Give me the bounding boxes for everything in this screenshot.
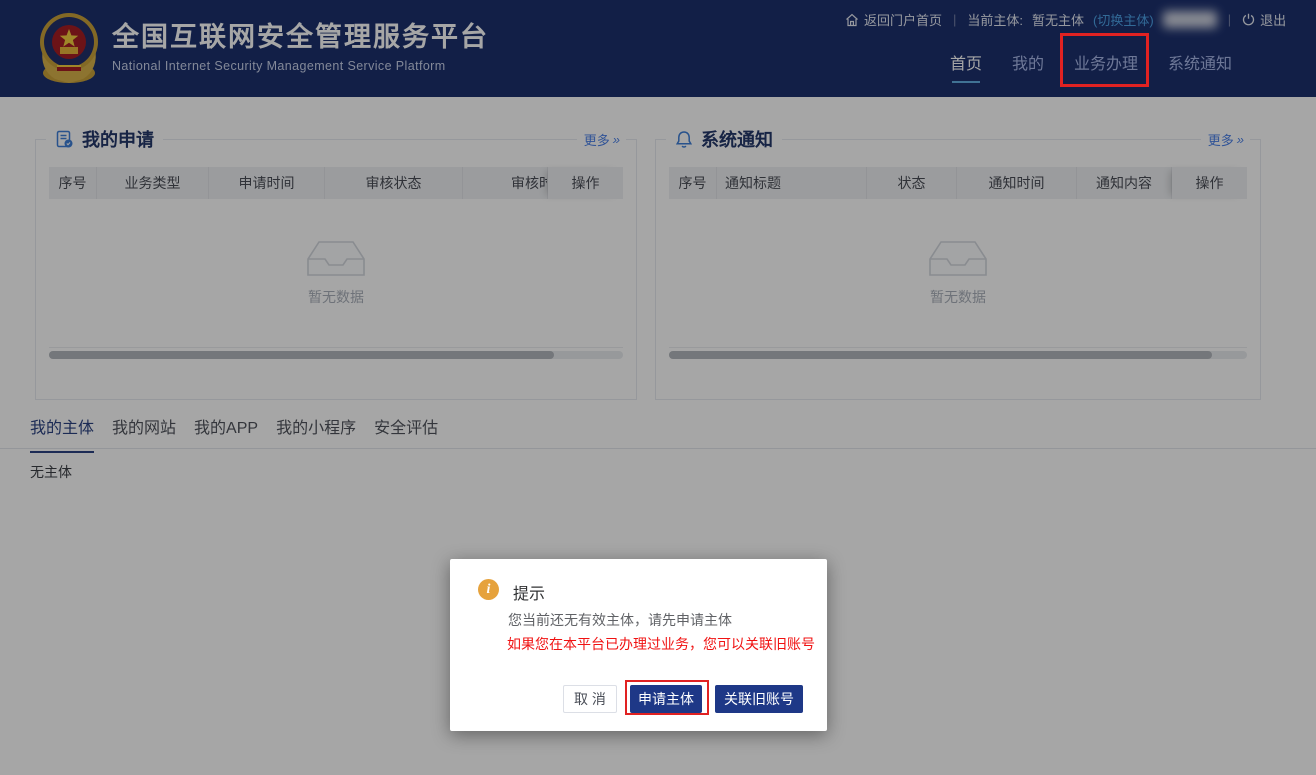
cancel-button[interactable]: 取 消 [563, 685, 617, 713]
highlight-box-apply-button [625, 680, 709, 715]
dialog-warning: 如果您在本平台已办理过业务，您可以关联旧账号 [507, 634, 815, 654]
dialog-title: 提示 [513, 580, 545, 604]
dialog-message: 您当前还无有效主体，请先申请主体 [508, 610, 732, 630]
page: 全国互联网安全管理服务平台 National Internet Security… [0, 0, 1316, 775]
highlight-box-business-nav [1060, 33, 1149, 87]
info-icon: i [478, 579, 499, 600]
link-old-account-button[interactable]: 关联旧账号 [715, 685, 803, 713]
